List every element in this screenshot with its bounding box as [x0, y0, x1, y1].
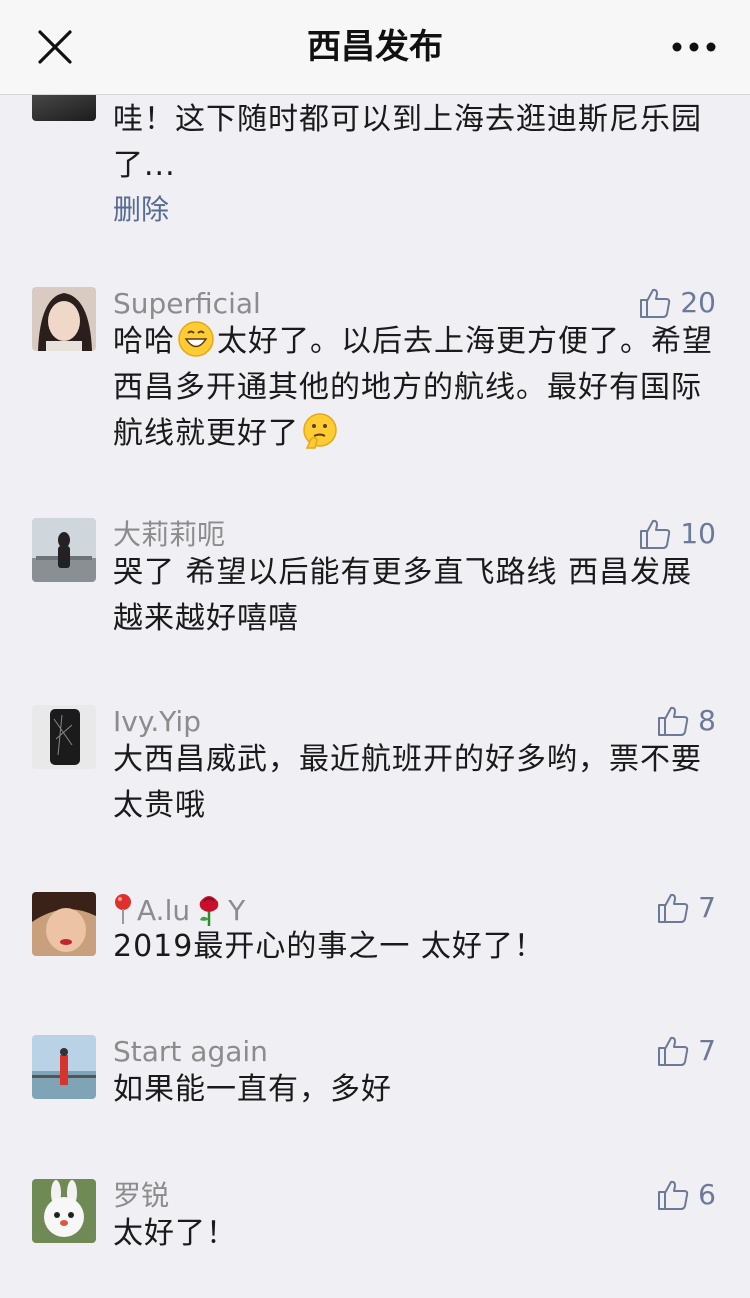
like-button[interactable]: 7: [656, 890, 716, 926]
like-count: 7: [698, 1034, 716, 1067]
comment-text: 哇！这下随时都可以到上海去逛迪斯尼乐园了...: [113, 102, 702, 183]
comment-text: 大西昌威武，最近航班开的好多哟，票不要太贵哦: [113, 742, 702, 823]
comment-text: 如果能一直有，多好: [113, 1072, 392, 1107]
thumbs-up-icon: [640, 288, 671, 318]
rose-icon: [199, 896, 219, 926]
comment-text: 太好了！: [113, 1216, 237, 1251]
avatar[interactable]: [32, 705, 96, 769]
delete-link[interactable]: 删除: [113, 193, 169, 227]
thumbs-up-icon: [640, 519, 671, 549]
comment-text: 哈哈 太好了。以后去上海更方便了。希望西昌多开通其他的地方的航线。最好有国际航线…: [113, 319, 713, 457]
comment-nickname: Superficial: [113, 287, 261, 320]
thumbs-up-icon: [658, 1180, 689, 1210]
comment-nickname: Ivy.Yip: [113, 705, 201, 738]
like-button[interactable]: 7: [656, 1033, 716, 1069]
avatar[interactable]: [32, 518, 96, 582]
avatar[interactable]: [32, 1035, 96, 1099]
like-count: 6: [698, 1178, 716, 1211]
avatar[interactable]: [32, 892, 96, 956]
like-button[interactable]: 10: [638, 516, 716, 552]
thumbs-up-icon: [658, 706, 689, 736]
nav-bar: 西昌发布: [0, 0, 750, 95]
like-button[interactable]: 6: [656, 1177, 716, 1213]
like-count: 7: [698, 891, 716, 924]
comment-nickname: Start again: [113, 1035, 268, 1068]
like-button[interactable]: 8: [656, 703, 716, 739]
thumbs-up-icon: [658, 893, 689, 923]
avatar[interactable]: [32, 1179, 96, 1243]
page-title: 西昌发布: [307, 27, 443, 67]
more-icon[interactable]: [672, 36, 716, 58]
like-count: 20: [680, 286, 716, 319]
comment-text-part: 哈哈: [113, 324, 175, 359]
like-count: 10: [680, 517, 716, 550]
nickname-part: Y: [228, 894, 246, 927]
pin-icon: [115, 894, 131, 924]
thinking-face-icon: [303, 413, 337, 449]
avatar[interactable]: [32, 287, 96, 351]
comment-text: 哭了 希望以后能有更多直飞路线 西昌发展越来越好嘻嘻: [113, 555, 693, 636]
comment-text: 2019最开心的事之一 太好了！: [113, 929, 545, 964]
comment-nickname: 大莉莉呃: [113, 518, 226, 551]
nickname-part: A.lu: [137, 894, 191, 927]
like-count: 8: [698, 704, 716, 737]
thumbs-up-icon: [658, 1036, 689, 1066]
comment-nickname: A.lu Y: [113, 892, 245, 928]
like-button[interactable]: 20: [638, 285, 716, 321]
comment-nickname: 罗锐: [113, 1179, 170, 1212]
grinning-face-icon: [178, 321, 214, 357]
